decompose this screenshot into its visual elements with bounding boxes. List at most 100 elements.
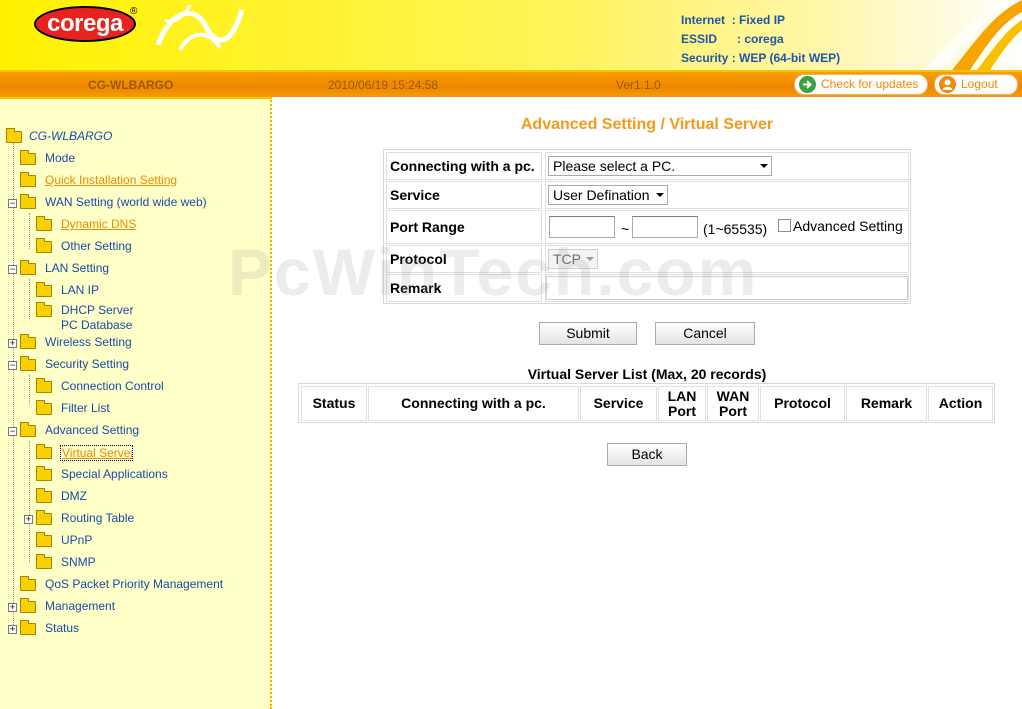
column-header-pc: Connecting with a pc. [368,386,579,421]
sidebar-item-qos[interactable]: QoS Packet Priority Management [6,576,256,597]
sidebar-item-snmp[interactable]: SNMP [22,554,222,575]
expand-icon[interactable]: + [24,515,33,524]
model-name: CG-WLBARGO [88,78,174,92]
internet-info: Internet : Fixed IP [681,11,840,30]
open-folder-icon [20,194,36,209]
sidebar-item-label: SNMP [61,555,96,569]
folder-icon [36,400,52,415]
check-updates-button[interactable]: Check for updates [794,74,928,95]
submit-button[interactable]: Submit [539,322,637,345]
internet-value: : Fixed IP [731,13,786,27]
sidebar-item-management[interactable]: + Management [6,598,206,619]
protocol-label: Protocol [386,245,542,273]
sidebar-item-label: PC Database [61,318,133,332]
expand-icon[interactable]: + [8,603,17,612]
folder-icon [36,532,52,547]
sidebar-item-status[interactable]: + Status [6,620,206,641]
status-bar: CG-WLBARGO 2010/06/19 15:24:58 Ver1.1.0 … [0,70,1022,97]
cancel-button[interactable]: Cancel [655,322,755,345]
protocol-select-value: TCP [553,251,581,267]
sidebar-item-special-applications[interactable]: Special Applications [22,466,222,487]
chevron-down-icon [656,193,664,197]
sidebar-item-dhcp-server[interactable]: DHCP Server PC Database [22,302,222,335]
folder-icon [36,216,52,231]
sidebar-item-virtual-server[interactable]: Virtual Server [22,444,222,465]
logout-label: Logout [961,77,998,91]
header: corega ® Internet : Fixed IP ESSID : cor… [0,0,1022,70]
connection-info: Internet : Fixed IP ESSID : corega Secur… [681,11,840,68]
sidebar-item-dmz[interactable]: DMZ [22,488,222,509]
port-from-input[interactable] [549,216,615,238]
pc-select-value: Please select a PC. [553,158,676,174]
sidebar-item-label: DHCP Server [61,303,134,317]
sidebar-item-label: Filter List [61,401,110,415]
sidebar-item-mode[interactable]: Mode [6,150,206,171]
sidebar-item-quick-installation[interactable]: Quick Installation Setting [6,172,226,193]
sidebar-item-connection-control[interactable]: Connection Control [22,378,222,399]
expand-icon[interactable]: + [8,625,17,634]
collapse-icon[interactable]: − [8,427,17,436]
sidebar-item-routing-table[interactable]: + Routing Table [22,510,222,531]
port-range-row: Port Range ~ (1~65535) Advanced Setting [386,210,909,244]
update-arrow-icon [799,76,816,93]
service-select[interactable]: User Defination [548,185,668,205]
sidebar-item-upnp[interactable]: UPnP [22,532,222,553]
virtual-server-form: Connecting with a pc. Please select a PC… [383,149,911,304]
tree-line [13,143,14,631]
pc-select[interactable]: Please select a PC. [548,156,772,176]
essid-key: ESSID [681,32,718,46]
sidebar-item-lan-setting[interactable]: − LAN Setting [6,260,206,281]
remark-label: Remark [386,274,542,302]
folder-icon [20,172,36,187]
pc-row: Connecting with a pc. Please select a PC… [386,152,909,180]
collapse-icon[interactable]: − [8,361,17,370]
sidebar-item-root[interactable]: CG-WLBARGO [6,128,206,149]
sidebar-item-label: Other Setting [61,239,132,253]
sidebar-item-label: Management [45,599,116,613]
sidebar-item-security-setting[interactable]: − Security Setting [6,356,206,377]
open-folder-icon [20,422,36,437]
virtual-server-list-caption: Virtual Server List (Max, 20 records) [527,366,767,382]
sidebar-item-advanced-setting[interactable]: − Advanced Setting [6,422,206,443]
header-stripe-decoration-icon [922,0,1022,70]
sidebar-item-filter-list[interactable]: Filter List [22,400,222,421]
virtual-server-list-table: Status Connecting with a pc. Service LAN… [298,383,995,423]
port-to-input[interactable] [632,216,698,238]
column-header-service: Service [580,386,657,421]
firmware-version: Ver1.1.0 [616,78,661,92]
pc-label: Connecting with a pc. [386,152,542,180]
sidebar-item-label: Quick Installation Setting [45,173,178,187]
sidebar-item-other-setting[interactable]: Other Setting [22,238,222,259]
folder-icon [36,282,52,297]
back-button[interactable]: Back [607,443,687,466]
sidebar-item-label: LAN Setting [45,261,110,275]
folder-icon [20,620,36,635]
logout-button[interactable]: Logout [934,74,1018,95]
protocol-select[interactable]: TCP [548,249,598,269]
sidebar-item-label: Connection Control [61,379,164,393]
sidebar-item-wireless-setting[interactable]: + Wireless Setting [6,334,206,355]
advanced-setting-checkbox[interactable] [778,219,791,232]
column-header-lan-port: LAN Port [658,386,706,421]
expand-icon[interactable]: + [8,339,17,348]
column-header-wan-port: WAN Port [707,386,759,421]
security-info: Security : WEP (64-bit WEP) [681,49,840,68]
pc-cell: Please select a PC. [545,152,909,180]
collapse-icon[interactable]: − [8,265,17,274]
column-header-action: Action [928,386,993,421]
essid-info: ESSID : corega [681,30,840,49]
sidebar-item-wan-setting[interactable]: − WAN Setting (world wide web) [6,194,246,215]
folder-icon [20,334,36,349]
sidebar-item-dynamic-dns[interactable]: Dynamic DNS [22,216,222,237]
remark-input[interactable] [546,276,908,300]
security-key: Security [681,51,729,65]
folder-icon [36,554,52,569]
sidebar-item-label: CG-WLBARGO [29,129,113,143]
column-header-remark: Remark [846,386,927,421]
sidebar-item-lan-ip[interactable]: LAN IP [22,282,222,303]
collapse-icon[interactable]: − [8,199,17,208]
folder-icon [36,488,52,503]
port-range-hint: (1~65535) [703,221,768,237]
registered-mark: ® [130,6,138,17]
column-header-protocol: Protocol [760,386,845,421]
